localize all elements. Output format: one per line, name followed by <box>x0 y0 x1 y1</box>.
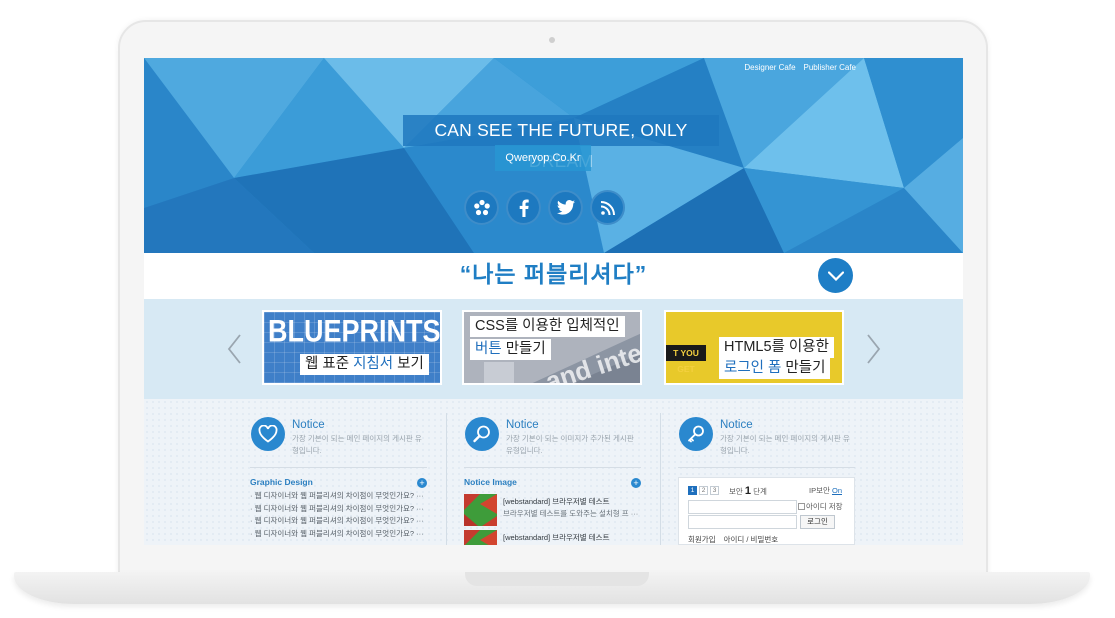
column-title: Notice <box>506 419 539 431</box>
website-screen: Designer Cafe Publisher Cafe CAN SEE THE… <box>144 58 963 545</box>
login-links: 회원가입 아이디 / 비밀번호 <box>688 534 778 545</box>
save-id-checkbox[interactable] <box>798 503 805 510</box>
column-divider <box>446 413 447 545</box>
caption-highlight: 버튼 <box>475 341 502 357</box>
caption-text: 웹 표준 <box>305 356 354 372</box>
list-title: Graphic Design <box>250 477 313 487</box>
caption-tail: 보기 <box>393 356 424 372</box>
caption-tail: 만들기 <box>501 341 546 357</box>
caption-tail: 만들기 <box>781 360 826 376</box>
column-title: Notice <box>292 419 325 431</box>
banner-side-text: T YOU GET <box>666 345 706 374</box>
column-title: Notice <box>720 419 753 431</box>
banner-line1: HTML5를 이용한 <box>719 337 834 358</box>
top-links: Designer Cafe Publisher Cafe <box>744 63 856 72</box>
more-button[interactable]: + <box>417 478 427 488</box>
security-level-number: 1 <box>744 485 752 497</box>
column-divider <box>660 413 661 545</box>
step-3[interactable]: 3 <box>710 486 719 495</box>
ip-prefix: IP보안 <box>809 486 830 495</box>
banner-css-button[interactable]: and inte CSS를 이용한 입체적인 버튼 만들기 <box>462 310 642 385</box>
banner-line1: CSS를 이용한 입체적인 <box>470 316 625 337</box>
save-id-label: 아이디 저장 <box>806 502 843 511</box>
designer-cafe-link[interactable]: Designer Cafe <box>744 63 795 72</box>
post-thumbnail <box>464 530 497 545</box>
ip-toggle[interactable]: On <box>832 486 842 495</box>
hero-subtitle: Qweryop.Co.Kr <box>495 145 591 171</box>
post-title: [webstandard] 브라우저별 테스트 <box>503 533 610 542</box>
list-title: Notice Image <box>464 477 517 487</box>
password-input[interactable] <box>688 515 797 529</box>
chevron-right-icon <box>867 334 881 364</box>
save-id-option[interactable]: 아이디 저장 <box>798 501 843 512</box>
rss-icon[interactable] <box>590 190 625 225</box>
security-prefix: 보안 <box>729 487 743 496</box>
banner-blueprints[interactable]: BLUEPRINTS 웹 표준 지침서 보기 <box>262 310 442 385</box>
hero-title: CAN SEE THE FUTURE, ONLY DREAM <box>403 115 719 171</box>
list-item[interactable]: · 웹 디자이너와 웹 퍼블리셔의 차이점이 무엇인가요? ··· <box>250 528 428 541</box>
divider <box>250 467 427 468</box>
facebook-icon[interactable] <box>506 190 541 225</box>
image-post[interactable]: [webstandard] 브라우저별 테스트 브라우저별 테스트를 도와주는 … <box>464 494 642 526</box>
find-account-link[interactable]: 아이디 / 비밀번호 <box>724 534 779 545</box>
step-1[interactable]: 1 <box>688 486 697 495</box>
list-item[interactable]: · 웹 디자이너와 웹 퍼블리셔의 차이점이 무엇인가요? ··· <box>250 515 428 528</box>
list-item[interactable]: · 웹 디자이너와 웹 퍼블리셔의 차이점이 무엇인가요? ··· <box>250 490 428 503</box>
laptop-notch <box>465 572 649 586</box>
divider <box>464 467 641 468</box>
banner-carousel: BLUEPRINTS 웹 표준 지침서 보기 and inte CSS를 이용한… <box>144 299 963 399</box>
post-thumbnail <box>464 494 497 526</box>
list-item[interactable]: · 웹 디자이너와 웹 퍼블리셔의 차이점이 무엇인가요? ··· <box>250 503 428 516</box>
image-post[interactable]: [webstandard] 브라우저별 테스트 <box>464 530 642 545</box>
chevron-left-icon <box>227 334 241 364</box>
security-level: 보안 1 단계 <box>729 485 767 497</box>
twitter-icon[interactable] <box>548 190 583 225</box>
carousel-prev-button[interactable] <box>224 329 246 369</box>
carousel-next-button[interactable] <box>862 329 884 369</box>
more-button[interactable]: + <box>631 478 641 488</box>
flower-icon[interactable] <box>464 190 499 225</box>
column-description: 가장 기본이 되는 메인 페이지의 게시판 유형입니다. <box>292 434 422 455</box>
column-description: 가장 기본이 되는 이미지가 추가된 게시판 유형입니다. <box>506 434 634 455</box>
slogan-bar: “나는 퍼블리셔다” <box>144 253 963 299</box>
post-title: [webstandard] 브라우저별 테스트 <box>503 497 610 506</box>
chevron-down-icon <box>827 270 844 281</box>
content-area: Notice 가장 기본이 되는 메인 페이지의 게시판 유형입니다. Grap… <box>144 399 963 545</box>
camera-dot <box>549 37 555 43</box>
social-links <box>464 190 625 225</box>
hero-banner: Designer Cafe Publisher Cafe CAN SEE THE… <box>144 58 963 253</box>
security-suffix: 단계 <box>753 487 767 496</box>
post-description: 브라우저별 테스트를 도와주는 설치형 프 ··· <box>503 509 639 518</box>
join-link[interactable]: 회원가입 <box>688 534 716 545</box>
column-description: 가장 기본이 되는 메인 페이지의 게시판 유형입니다. <box>720 434 850 455</box>
caption-highlight: 로그인 폼 <box>724 360 782 376</box>
heart-icon <box>251 417 285 451</box>
divider <box>678 467 855 468</box>
banner-headline: BLUEPRINTS <box>268 314 441 349</box>
caption-highlight: 지침서 <box>353 356 394 372</box>
banner-line2: 로그인 폼 만들기 <box>719 358 831 379</box>
scroll-down-button[interactable] <box>818 258 853 293</box>
magnifier-icon <box>465 417 499 451</box>
step-2[interactable]: 2 <box>699 486 708 495</box>
login-form: 1 2 3 보안 1 단계 IP보안 On 아이디 저장 로그인 회원가입 아이… <box>678 477 855 545</box>
login-button[interactable]: 로그인 <box>800 515 835 529</box>
banner-caption: 웹 표준 지침서 보기 <box>300 354 429 375</box>
banner-line2: 버튼 만들기 <box>470 339 551 360</box>
publisher-cafe-link[interactable]: Publisher Cafe <box>804 63 856 72</box>
post-list: · 웹 디자이너와 웹 퍼블리셔의 차이점이 무엇인가요? ··· · 웹 디자… <box>250 490 428 540</box>
security-steps: 1 2 3 <box>688 486 719 495</box>
key-icon <box>679 417 713 451</box>
ip-security: IP보안 On <box>809 485 842 496</box>
id-input[interactable] <box>688 500 797 514</box>
banner-html5-login[interactable]: T YOU GET HTML5를 이용한 로그인 폼 만들기 <box>664 310 844 385</box>
